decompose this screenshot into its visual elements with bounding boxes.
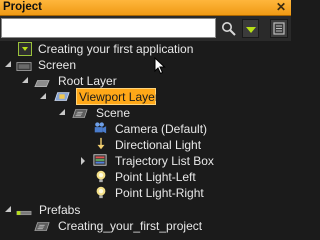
search-icon[interactable] xyxy=(221,21,237,37)
trajectory-list-box-icon xyxy=(93,154,107,166)
panel-options-button[interactable] xyxy=(270,19,288,38)
tree-item-scene[interactable]: Scene xyxy=(0,105,291,121)
mouse-cursor-icon xyxy=(154,57,166,75)
tree-item-hint[interactable]: Creating your first application xyxy=(0,41,291,57)
tree-item-label: Point Light-Left xyxy=(115,170,196,184)
tree-item-project-prefab[interactable]: Creating_your_first_project xyxy=(0,218,291,234)
tree-item-directional-light[interactable]: Directional Light xyxy=(0,137,291,153)
tree-item-label: Directional Light xyxy=(115,138,202,152)
project-tree: Creating your first application Screen R… xyxy=(0,41,291,240)
tree-item-label: Point Light-Right xyxy=(115,186,204,200)
tree-item-trajectory-list-box[interactable]: Trajectory List Box xyxy=(0,153,291,169)
tree-item-label: Camera (Default) xyxy=(115,122,208,136)
tree-item-screen[interactable]: Screen xyxy=(0,57,291,73)
search-input[interactable] xyxy=(2,19,215,37)
viewport-layer-icon xyxy=(54,92,70,101)
tree-item-viewport-layer[interactable]: Viewport Layer xyxy=(0,89,291,105)
tree-item-root-layer[interactable]: Root Layer xyxy=(0,73,291,89)
search-field[interactable] xyxy=(1,18,216,38)
tree-item-label: Screen xyxy=(38,58,77,72)
tree-item-label: Viewport Layer xyxy=(79,90,159,104)
point-light-icon xyxy=(96,170,106,183)
panel-titlebar: Project ✕ xyxy=(0,0,291,16)
panel-options-icon xyxy=(273,22,285,35)
expand-arrow-icon[interactable] xyxy=(40,93,46,99)
expand-arrow-icon[interactable] xyxy=(59,109,65,115)
tree-item-label: Creating_your_first_project xyxy=(58,219,203,233)
point-light-icon xyxy=(96,186,106,199)
toolbar xyxy=(0,16,291,41)
tree-item-label: Prefabs xyxy=(39,203,81,217)
tree-item-prefabs[interactable]: Prefabs xyxy=(0,202,291,218)
expand-arrow-icon[interactable] xyxy=(81,157,85,165)
scene-icon xyxy=(72,109,88,118)
chevron-down-icon xyxy=(246,27,256,33)
scene-icon xyxy=(34,222,50,231)
tree-item-label: Trajectory List Box xyxy=(115,154,214,168)
close-icon[interactable]: ✕ xyxy=(274,1,288,14)
tree-item-point-light-right[interactable]: Point Light-Right xyxy=(0,185,291,201)
screen-icon xyxy=(16,62,32,71)
tree-item-camera[interactable]: Camera (Default) xyxy=(0,121,291,137)
filter-dropdown-button[interactable] xyxy=(242,19,259,38)
tree-item-point-light-left[interactable]: Point Light-Left xyxy=(0,169,291,185)
expand-arrow-icon[interactable] xyxy=(5,61,11,67)
expand-arrow-icon[interactable] xyxy=(5,206,11,212)
tree-item-label: Creating your first application xyxy=(38,42,194,56)
panel-title: Project xyxy=(3,1,42,13)
tree-item-label: Scene xyxy=(96,106,131,120)
directional-light-icon xyxy=(97,137,105,150)
tree-item-label: Root Layer xyxy=(58,74,117,88)
hint-arrow-icon xyxy=(18,42,32,56)
expand-arrow-icon[interactable] xyxy=(22,77,28,83)
camera-icon xyxy=(94,122,107,134)
